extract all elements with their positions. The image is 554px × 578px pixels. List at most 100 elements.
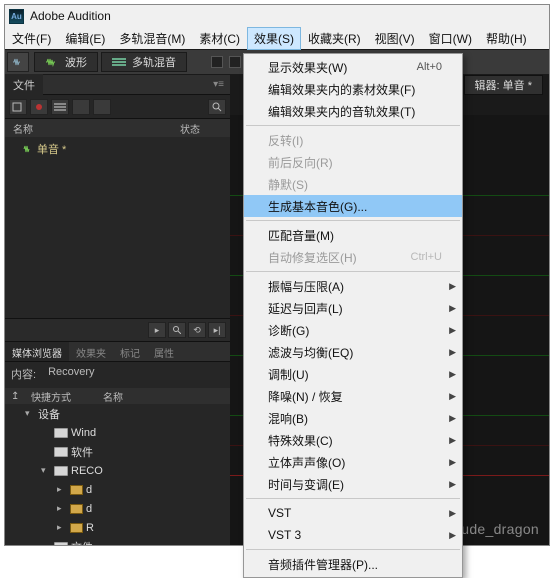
search-icon — [212, 102, 222, 112]
col-name-label: 名称 — [103, 389, 123, 404]
skip-button[interactable]: ▸| — [208, 322, 226, 338]
tree-row[interactable]: 文件 — [5, 537, 230, 545]
nav-up-icon[interactable]: ↥ — [11, 391, 23, 402]
submenu-arrow-icon: ▶ — [449, 457, 456, 468]
browser-tabs: 媒体浏览器效果夹标记属性 — [5, 342, 230, 362]
expand-arrow-icon[interactable]: ▸ — [57, 503, 67, 514]
tree-item-label: d — [86, 503, 92, 515]
record-icon — [34, 102, 44, 112]
menu-item[interactable]: 诊断(G)▶ — [244, 319, 462, 341]
menu-item-label: 生成基本音色(G)... — [268, 198, 367, 215]
tool-button[interactable] — [7, 52, 29, 72]
tree-row[interactable]: 软件 — [5, 442, 230, 461]
files-panel-tools — [5, 95, 230, 119]
preview-button[interactable] — [168, 322, 186, 338]
menu-item[interactable]: 显示效果夹(W)Alt+0 — [244, 56, 462, 78]
tree-item-label: Wind — [71, 427, 96, 439]
tool-button[interactable] — [93, 99, 111, 115]
file-icon — [12, 102, 24, 112]
color-square-dark[interactable] — [211, 56, 223, 68]
menu-item[interactable]: 编辑效果夹内的音轨效果(T) — [244, 100, 462, 122]
menu-item-label: 诊断(G) — [268, 322, 309, 339]
menu-item-label: 特殊效果(C) — [268, 432, 333, 449]
tab-label: 多轨混音 — [132, 54, 176, 70]
tree-row[interactable]: ▸d — [5, 499, 230, 518]
menu-item[interactable]: VST▶ — [244, 502, 462, 524]
submenu-arrow-icon: ▶ — [449, 303, 456, 314]
drive-icon — [54, 466, 68, 476]
menu-item[interactable]: 匹配音量(M) — [244, 224, 462, 246]
menu-item-label: 匹配音量(M) — [268, 227, 334, 244]
search-button[interactable] — [208, 99, 226, 115]
transport-controls: ▸ ⟲ ▸| — [5, 318, 230, 342]
menu-item[interactable]: 窗口(W) — [422, 27, 479, 50]
menu-item[interactable]: 时间与变调(E)▶ — [244, 473, 462, 495]
waveform-icon — [45, 57, 59, 67]
menu-item-label: 延迟与回声(L) — [268, 300, 343, 317]
browser-tab[interactable]: 属性 — [147, 342, 181, 361]
menu-item-label: 时间与变调(E) — [268, 476, 344, 493]
tab-multitrack[interactable]: 多轨混音 — [101, 52, 187, 72]
open-file-button[interactable] — [9, 99, 27, 115]
expand-arrow-icon[interactable]: ▾ — [25, 408, 35, 419]
menu-item-label: 自动修复选区(H) — [268, 249, 357, 266]
menu-separator — [246, 220, 460, 221]
audio-file-icon — [23, 144, 33, 154]
menu-item[interactable]: 多轨混音(M) — [112, 27, 192, 50]
tree-item-label: RECO — [71, 465, 103, 477]
menu-item[interactable]: 收藏夹(R) — [301, 27, 368, 50]
menu-item[interactable]: 帮助(H) — [479, 27, 534, 50]
tree-row[interactable]: ▾ RECO — [5, 461, 230, 480]
menu-item[interactable]: 编辑(E) — [58, 27, 112, 50]
tree-row[interactable]: ▸d — [5, 480, 230, 499]
menu-item[interactable]: 降噪(N) / 恢复 ▶ — [244, 385, 462, 407]
tool-button[interactable] — [72, 99, 90, 115]
multitrack-icon — [112, 57, 126, 67]
submenu-arrow-icon: ▶ — [449, 391, 456, 402]
app-title: Adobe Audition — [30, 9, 111, 23]
menu-item[interactable]: VST 3▶ — [244, 524, 462, 546]
menu-separator — [246, 125, 460, 126]
editor-tab[interactable]: 辑器: 单音 * — [464, 75, 543, 95]
browser-tab[interactable]: 媒体浏览器 — [5, 342, 69, 361]
menu-item[interactable]: 效果(S) — [247, 27, 301, 50]
browser-tab[interactable]: 标记 — [113, 342, 147, 361]
menu-item[interactable]: 编辑效果夹内的素材效果(F) — [244, 78, 462, 100]
color-square-dark[interactable] — [229, 56, 241, 68]
play-button[interactable]: ▸ — [148, 322, 166, 338]
expand-arrow-icon[interactable]: ▸ — [57, 484, 67, 495]
file-item[interactable]: 单音 * — [5, 137, 230, 161]
menu-item[interactable]: 调制(U)▶ — [244, 363, 462, 385]
submenu-arrow-icon: ▶ — [449, 508, 456, 519]
menu-item[interactable]: 立体声声像(O)▶ — [244, 451, 462, 473]
menu-item[interactable]: 延迟与回声(L) ▶ — [244, 297, 462, 319]
tree-row[interactable]: ▾设备 — [5, 404, 230, 423]
menu-item[interactable]: 视图(V) — [368, 27, 422, 50]
menu-item[interactable]: 文件(F) — [5, 27, 58, 50]
browser-tab[interactable]: 效果夹 — [69, 342, 113, 361]
record-button[interactable] — [30, 99, 48, 115]
tree-row[interactable]: ▸R — [5, 518, 230, 537]
multitrack-icon — [54, 102, 66, 112]
menu-item[interactable]: 振幅与压限(A)▶ — [244, 275, 462, 297]
content-label: 内容: — [11, 366, 36, 382]
menu-item[interactable]: 音频插件管理器(P)... — [244, 553, 462, 575]
menu-item[interactable]: 生成基本音色(G)... — [244, 195, 462, 217]
menu-item-label: 降噪(N) / 恢复 — [268, 388, 343, 405]
menu-item[interactable]: 特殊效果(C)▶ — [244, 429, 462, 451]
expand-arrow-icon[interactable]: ▸ — [57, 522, 67, 533]
browser-content-row: 内容: Recovery — [5, 362, 230, 386]
menu-item[interactable]: 滤波与均衡(EQ)▶ — [244, 341, 462, 363]
menu-item[interactable]: 素材(C) — [192, 27, 247, 50]
waveform-icon — [12, 57, 24, 67]
menu-item[interactable]: 混响(B)▶ — [244, 407, 462, 429]
tree-row[interactable]: Wind — [5, 423, 230, 442]
autoplay-button[interactable]: ⟲ — [188, 322, 206, 338]
expand-arrow-icon[interactable]: ▾ — [41, 465, 51, 476]
folder-icon — [70, 523, 83, 533]
import-button[interactable] — [51, 99, 69, 115]
panel-menu-icon[interactable]: ▾≡ — [213, 79, 230, 90]
tab-files[interactable]: 文件 — [5, 74, 43, 96]
tree-item-label: 设备 — [38, 406, 60, 422]
tab-waveform[interactable]: 波形 — [34, 52, 98, 72]
